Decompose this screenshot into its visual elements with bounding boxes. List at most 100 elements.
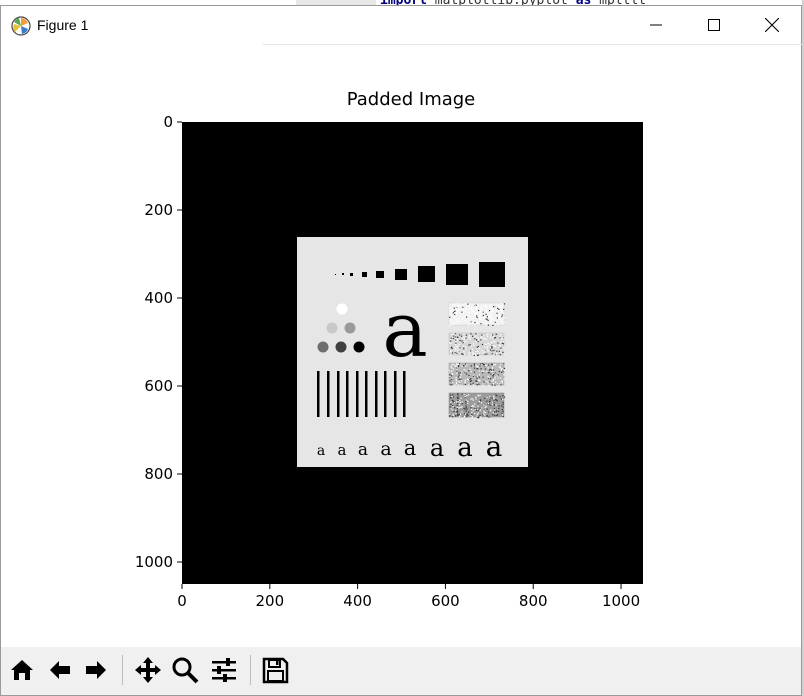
save-button[interactable] [259,653,291,687]
noise-dot [494,414,496,416]
noise-dot [492,376,494,378]
plot-area[interactable]: Padded Image a a a a a a a a a 0 200 400… [1,45,801,645]
title-bar[interactable]: Figure 1 [1,6,801,44]
noise-dot [469,344,471,346]
noise-dot [475,304,477,306]
noise-dot [460,397,462,399]
figure-canvas[interactable]: Padded Image a a a a a a a a a 0 200 400… [1,45,801,645]
noise-dot [483,404,485,406]
back-button[interactable] [44,653,76,687]
noise-dot [450,397,452,399]
close-button[interactable] [743,6,801,44]
noise-dot [479,365,481,367]
noise-dot [497,414,499,416]
noise-dot [496,409,498,411]
forward-button[interactable] [80,653,112,687]
noise-dot [488,364,490,366]
noise-dot [468,311,470,314]
noise-dot [469,379,471,381]
noise-dot [470,307,472,309]
noise-dot [490,409,492,411]
window-title: Figure 1 [37,17,89,33]
noise-dot [493,349,495,352]
noise-dot [485,364,487,366]
noise-dot [493,401,495,404]
noise-dot [463,333,465,335]
configure-subplots-button[interactable] [208,653,240,687]
noise-dot [481,334,483,336]
noise-dot [466,416,468,418]
noise-dot [502,415,504,418]
noise-dot [477,412,479,414]
noise-dot [486,309,488,311]
noise-dot [460,374,462,376]
noise-dot [497,310,500,312]
noise-dot [478,417,480,419]
noise-dot [450,401,452,403]
noise-dot [470,309,473,311]
noise-dot [490,378,492,380]
noise-dot [479,394,481,396]
noise-dot [461,311,463,313]
noise-dot [449,342,451,344]
minimize-button[interactable] [627,6,685,44]
noise-dot [465,410,467,412]
noise-dot [486,415,489,417]
noise-dot [490,322,492,325]
noise-dot [483,338,485,340]
noise-dot [466,364,468,366]
noise-dot [474,308,476,310]
noise-dot [461,411,463,413]
noise-dot [490,304,492,306]
noise-dot [491,350,493,352]
home-button[interactable] [6,653,38,687]
noise-dot [469,338,471,340]
noise-dot [475,335,477,337]
y-tick-label: 0 [163,113,173,131]
noise-dot [489,343,491,345]
noise-dot [449,320,452,322]
noise-dot [501,382,503,384]
noise-dot [488,377,490,379]
noise-dot [477,405,479,407]
noise-dot [486,306,488,308]
noise-dot [449,380,451,382]
noise-dot [502,410,504,412]
noise-dot [452,373,454,375]
noise-dot [472,335,474,337]
noise-dot [493,374,495,376]
noise-dot [483,410,485,412]
noise-dot [455,412,457,414]
noise-dot [465,337,467,339]
noise-dot [497,342,499,344]
noise-dot [454,364,456,366]
noise-dot [462,304,464,306]
noise-dot [464,396,466,398]
maximize-button[interactable] [685,6,743,44]
noise-dot [457,363,459,365]
pan-button[interactable] [132,653,164,687]
zoom-button[interactable] [169,653,201,687]
noise-dot [488,310,491,312]
noise-dot [475,364,477,366]
noise-dot [456,372,458,374]
noise-dot [493,340,495,342]
noise-dot [459,399,461,402]
noise-dot [466,316,468,318]
noise-dot [454,350,456,352]
noise-dot [501,371,503,373]
noise-dot [475,348,477,350]
noise-dot [468,344,470,346]
noise-dot [458,343,460,345]
noise-dot [450,340,452,342]
noise-dot [493,400,495,402]
noise-dot [450,354,452,356]
noise-dot [498,407,500,409]
noise-dot [458,317,460,319]
noise-dot [470,322,472,324]
noise-dot [484,306,487,308]
noise-dot [492,370,494,372]
noise-dot [500,364,502,366]
noise-dot [492,369,495,371]
noise-dot [452,394,454,396]
